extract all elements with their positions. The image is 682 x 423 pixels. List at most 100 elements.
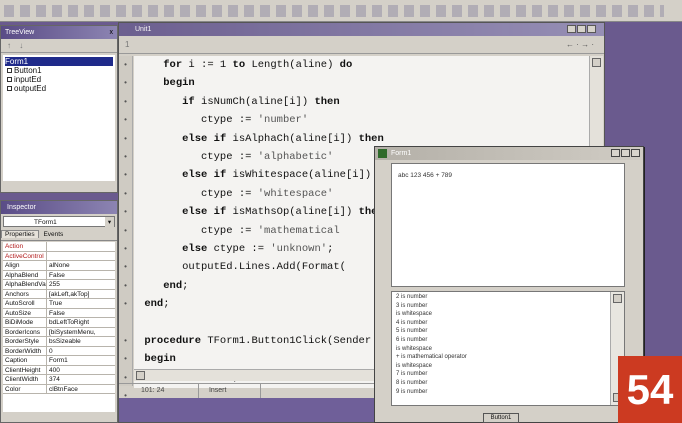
gutter-marker: • (124, 151, 127, 161)
gutter-marker: • (124, 262, 127, 272)
property-row[interactable]: BiDiMode bdLeftToRight (3, 318, 115, 328)
tree-view-title: TreeView (5, 29, 35, 36)
property-name: AutoSize (3, 308, 47, 317)
object-inspector: Inspector TForm1 ▾ Properties Events Act… (0, 200, 118, 423)
property-row[interactable]: AlphaBlendVal 255 (3, 280, 115, 290)
tab-events[interactable]: Events (40, 231, 66, 238)
navigation-arrows-icon[interactable]: ← · → · (566, 36, 594, 54)
form1-titlebar: Form1 (375, 147, 643, 160)
maximize-button[interactable] (577, 25, 586, 34)
property-value[interactable]: [biSystemMenu, (47, 328, 96, 337)
output-line: is whitespace (396, 345, 433, 352)
scroll-up-icon[interactable] (592, 58, 601, 67)
tree-view-titlebar: TreeView x (1, 26, 117, 39)
property-row[interactable]: ActiveControl (3, 251, 115, 261)
tree-item-button1[interactable]: Button1 (5, 66, 113, 75)
property-row[interactable]: Action (3, 242, 115, 252)
code-line: begin (163, 77, 195, 90)
property-name: ClientHeight (3, 365, 47, 374)
property-value[interactable]: 400 (47, 366, 60, 375)
button1[interactable]: Button1 (483, 413, 519, 423)
output-line: + is mathematical operator (396, 354, 467, 361)
component-icon (7, 77, 12, 82)
gutter-marker: • (124, 207, 127, 217)
property-row[interactable]: Align alNone (3, 261, 115, 271)
minimize-button[interactable] (611, 149, 620, 158)
property-value[interactable] (47, 242, 49, 251)
property-row[interactable]: AlphaBlend False (3, 270, 115, 280)
object-selector-value: TForm1 (34, 219, 57, 226)
property-value[interactable]: False (47, 271, 65, 280)
tree-item-label: Button1 (14, 66, 42, 75)
property-value[interactable]: clBtnFace (47, 385, 78, 394)
code-line: ctype := 'number' (138, 114, 309, 127)
scroll-up-icon[interactable] (613, 294, 622, 303)
tree-view-toolbar: ↑ ↓ (1, 39, 117, 53)
tree-item-inputed[interactable]: inputEd (5, 75, 113, 84)
arrow-down-icon[interactable]: ↓ (19, 41, 23, 50)
close-icon[interactable]: x (110, 26, 114, 39)
property-name: Color (3, 384, 47, 393)
property-value[interactable]: True (47, 299, 62, 308)
chevron-down-icon[interactable]: ▾ (105, 217, 114, 228)
output-line: is whitespace (396, 311, 433, 318)
output-line: 9 is number (396, 388, 428, 395)
property-value[interactable]: alNone (47, 261, 70, 270)
gutter-marker: • (124, 170, 127, 180)
gutter-marker: • (124, 225, 127, 235)
property-value[interactable]: bdLeftToRight (47, 318, 89, 327)
arrow-up-icon[interactable]: ↑ (7, 41, 11, 50)
object-selector[interactable]: TForm1 ▾ (3, 216, 115, 228)
output-memo[interactable]: 2 is number 3 is number is whitespace 4 is… (391, 291, 625, 406)
component-icon (7, 68, 12, 73)
property-name: BorderIcons (3, 327, 47, 336)
property-list: Action ActiveControl Align alNone AlphaBlend… (3, 242, 115, 412)
tab-properties[interactable]: Properties (1, 230, 39, 238)
property-name: BorderWidth (3, 346, 47, 355)
property-value[interactable]: Form1 (47, 356, 68, 365)
output-line: is whitespace (396, 362, 433, 369)
property-row[interactable]: BorderIcons [biSystemMenu, (3, 327, 115, 337)
property-row[interactable]: Anchors [akLeft,akTop] (3, 289, 115, 299)
property-row[interactable]: ClientHeight 400 (3, 365, 115, 375)
property-name: Align (3, 261, 47, 270)
form1-window-controls (610, 147, 640, 160)
property-row[interactable]: Caption Form1 (3, 356, 115, 366)
editor-title: Unit1 (135, 26, 152, 33)
property-row[interactable]: AutoSize False (3, 308, 115, 318)
form1-window: Form1 abc 123 456 + 789 2 is number 3 is … (374, 146, 644, 423)
property-row[interactable]: Color clBtnFace (3, 384, 115, 394)
close-button[interactable] (587, 25, 596, 34)
input-memo[interactable]: abc 123 456 + 789 (391, 163, 625, 287)
property-name: BiDiMode (3, 318, 47, 327)
form1-title: Form1 (391, 150, 412, 157)
property-row[interactable]: ClientWidth 374 (3, 375, 115, 385)
gutter-marker: • (124, 60, 127, 69)
editor-tab[interactable]: 1 (125, 40, 129, 49)
minimize-button[interactable] (567, 25, 576, 34)
window-controls (566, 23, 596, 36)
output-line: 3 is number (396, 302, 428, 309)
tree-item-outputed[interactable]: outputEd (5, 84, 113, 93)
property-value[interactable]: [akLeft,akTop] (47, 290, 89, 299)
tree-view-panel: TreeView x ↑ ↓ Form1 Button1 inputEd out… (0, 25, 118, 193)
property-value[interactable]: 255 (47, 280, 60, 289)
output-line: 2 is number (396, 294, 428, 300)
close-button[interactable] (631, 149, 640, 158)
inspector-tabs: Properties Events (1, 229, 117, 241)
property-value[interactable]: 0 (47, 347, 53, 356)
property-row[interactable]: AutoScroll True (3, 299, 115, 309)
property-value[interactable] (47, 252, 49, 261)
property-value[interactable]: 374 (47, 375, 60, 384)
toolbar-buttons[interactable] (4, 5, 664, 17)
property-value[interactable]: False (47, 309, 65, 318)
scroll-left-icon[interactable] (136, 371, 145, 380)
tree-item-form1[interactable]: Form1 (5, 57, 113, 66)
property-value[interactable]: bsSizeable (47, 337, 81, 346)
gutter-marker: • (124, 115, 127, 125)
editor-tab-strip: 1 ← · → · (119, 36, 604, 54)
property-row[interactable]: BorderWidth 0 (3, 346, 115, 356)
code-line: for i := 1 to Length(aline) do (163, 59, 353, 71)
property-row[interactable]: BorderStyle bsSizeable (3, 337, 115, 347)
maximize-button[interactable] (621, 149, 630, 158)
